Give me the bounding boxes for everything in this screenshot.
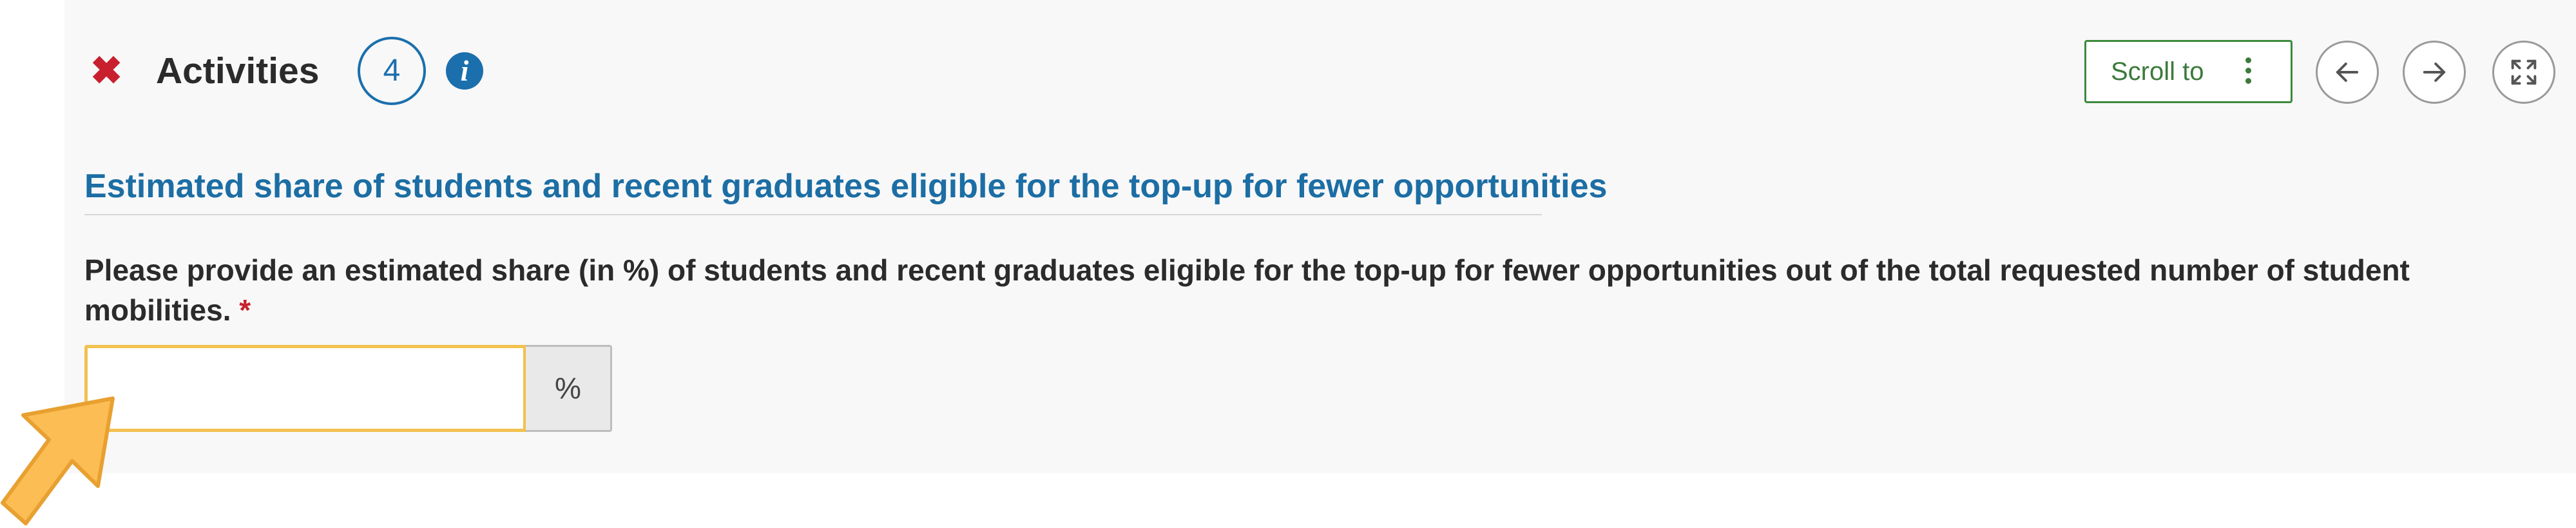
pointer-arrow-icon <box>1 396 115 525</box>
question-label: Please provide an estimated share (in %)… <box>84 250 2520 330</box>
share-percent-input[interactable] <box>84 345 526 432</box>
arrow-right-icon <box>2423 63 2446 82</box>
next-button[interactable] <box>2403 41 2466 104</box>
question-text: Please provide an estimated share (in %)… <box>84 253 2410 327</box>
scroll-to-button[interactable]: Scroll to <box>2084 40 2292 103</box>
percent-unit-addon: % <box>526 345 612 432</box>
expand-icon <box>2511 59 2537 85</box>
subsection-title: Estimated share of students and recent g… <box>84 166 1607 215</box>
previous-button[interactable] <box>2316 41 2379 104</box>
activities-count-badge: 4 <box>358 37 426 105</box>
info-icon[interactable]: i <box>446 52 483 90</box>
required-star: * <box>239 293 251 327</box>
scroll-to-label: Scroll to <box>2111 57 2204 86</box>
fullscreen-button[interactable] <box>2492 41 2555 104</box>
section-title: Activities <box>156 50 320 92</box>
arrow-left-icon <box>2336 63 2359 82</box>
kebab-icon <box>2245 57 2252 90</box>
close-icon[interactable]: ✖ <box>90 52 122 90</box>
